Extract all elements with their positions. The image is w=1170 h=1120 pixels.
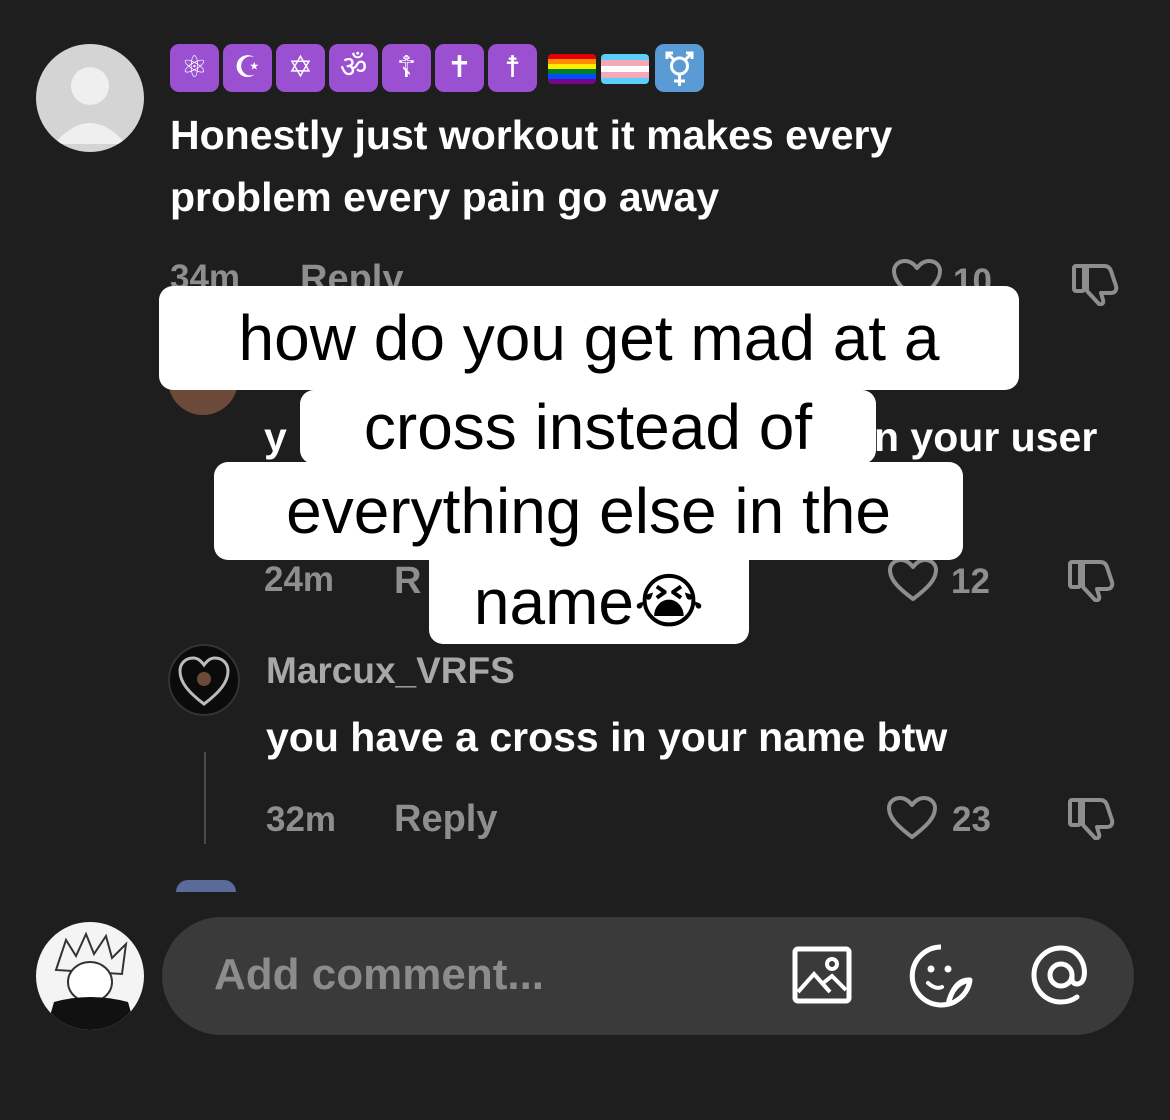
image-icon[interactable] [792, 946, 852, 1004]
thumbs-down-icon [1072, 264, 1119, 306]
transgender-symbol-badge-icon [655, 44, 704, 92]
thread-line [204, 752, 206, 844]
caption-line-4: name 😭 [429, 560, 749, 644]
rainbow-flag-icon [548, 54, 596, 84]
transgender-flag-icon [601, 54, 649, 84]
khanda-badge-icon: ☨ [488, 44, 537, 92]
comment-2-reply-button[interactable]: R [394, 560, 421, 603]
crying-face-emoji: 😭 [633, 568, 705, 635]
comment-1-text: Honestly just workout it makes every pro… [170, 112, 893, 220]
comment-3-like-count: 23 [952, 800, 991, 839]
comment-3-dislike-button[interactable] [1066, 796, 1118, 840]
comment-2-text-end: n your user [874, 414, 1098, 460]
heart-icon [888, 558, 938, 601]
comment-3-avatar[interactable] [168, 644, 240, 716]
comment-input-placeholder: Add comment... [214, 950, 545, 999]
comment-3-reply-button[interactable]: Reply [394, 798, 497, 841]
comment-2-timestamp: 24m [264, 560, 335, 599]
caption-line-2: cross instead of [300, 390, 876, 464]
orthodox-cross-badge-icon: ☦ [382, 44, 431, 92]
star-of-david-badge-icon: ✡ [276, 44, 325, 92]
comment-2-like-count: 12 [951, 562, 990, 601]
comment-3-username[interactable]: Marcux_VRFS [266, 650, 515, 692]
caption-line-3: everything else in the [214, 462, 963, 560]
caption-line-1: how do you get mad at a [159, 286, 1019, 390]
manga-avatar-icon [46, 931, 136, 1030]
atom-badge-icon: ⚛ [170, 44, 219, 92]
comment-3-like-button[interactable] [886, 795, 938, 841]
comment-2-like-button[interactable] [887, 557, 939, 603]
comment-1-avatar[interactable] [36, 44, 144, 152]
comment-1-dislike-button[interactable] [1070, 262, 1122, 306]
comment-4-avatar-partial [176, 880, 236, 892]
comment-2-text-start: y [264, 414, 287, 460]
star-crescent-badge-icon: ☪ [223, 44, 272, 92]
heart-logo-icon [178, 656, 230, 706]
comment-2-dislike-button[interactable] [1066, 558, 1118, 602]
latin-cross-badge-icon: ✝ [435, 44, 484, 92]
current-user-avatar[interactable] [36, 922, 144, 1030]
om-badge-icon: ॐ [329, 44, 378, 92]
sticker-icon[interactable] [908, 943, 974, 1009]
caption-line-4-text: name [473, 566, 634, 638]
comment-3-text: you have a cross in your name btw [266, 714, 948, 760]
comment-3-timestamp: 32m [266, 800, 337, 839]
thumbs-down-icon [1068, 560, 1115, 602]
thumbs-down-icon [1068, 798, 1115, 840]
mention-icon[interactable] [1028, 942, 1094, 1008]
heart-icon [887, 796, 937, 839]
default-avatar-icon [54, 67, 126, 144]
